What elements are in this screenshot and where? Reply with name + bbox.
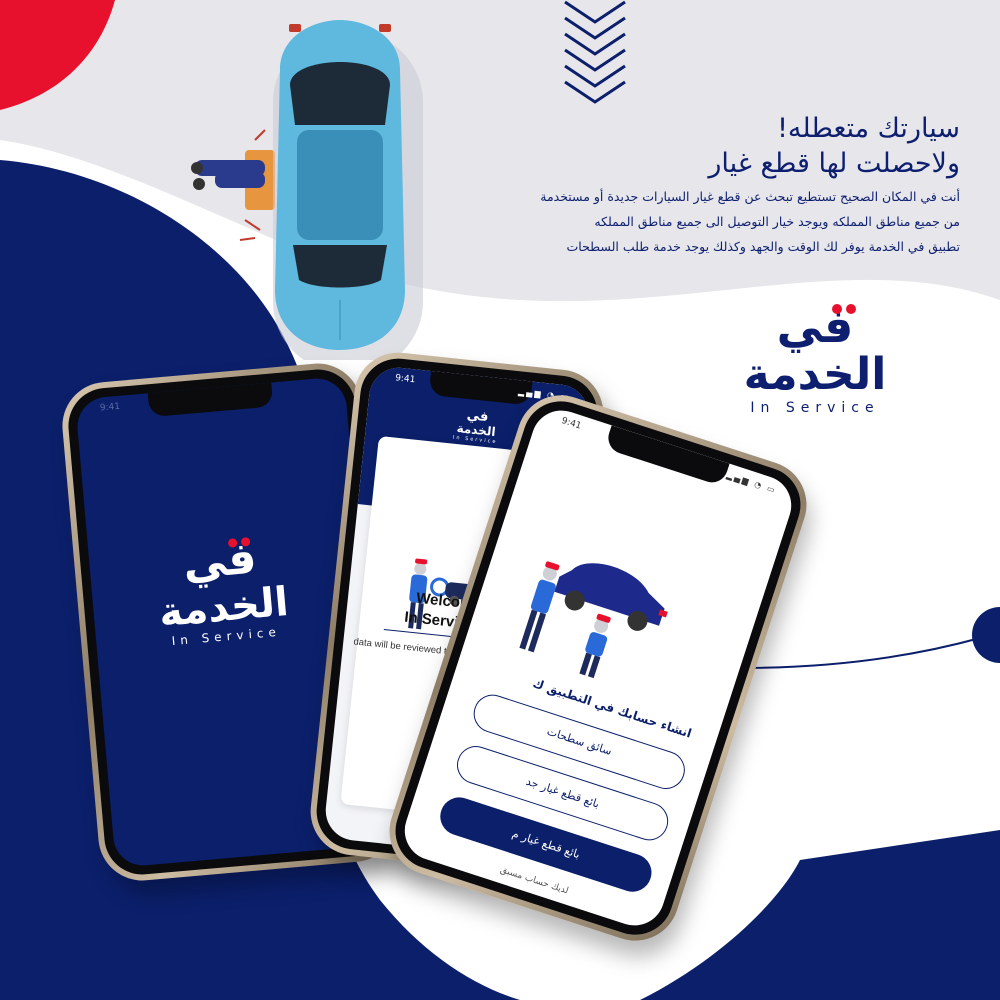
mechanic-figure <box>191 160 265 190</box>
phone-notch <box>147 382 274 418</box>
logo-english: In Service <box>750 400 880 416</box>
lifted-car <box>554 563 668 631</box>
logo-dot <box>832 304 842 314</box>
description-line-1: أنت في المكان الصحيح تستطيع تبحث عن قطع … <box>540 189 960 204</box>
description-line-2: من جميع مناطق المملكه ويوجد خيار التوصيل… <box>594 214 960 229</box>
chevron-down-decoration <box>564 0 626 104</box>
mechanic-right-lifting <box>579 613 611 679</box>
promo-copy: سيارتك متعطله! ولاحصلت لها قطع غيار أنت … <box>420 112 960 259</box>
logo-arabic-line-1: في <box>776 299 854 353</box>
headline-line-1: سيارتك متعطله! <box>777 113 960 144</box>
status-time: 9:41 <box>560 415 583 432</box>
splash-logo: في الخدمة In Service <box>128 530 317 651</box>
headline-line-2: ولاحصلت لها قطع غيار <box>708 148 960 179</box>
status-time: 9:41 <box>394 373 416 386</box>
status-time: 9:41 <box>99 401 121 414</box>
brand-logo: في الخدمة In Service <box>720 300 910 430</box>
logo-dot <box>846 304 856 314</box>
description: أنت في المكان الصحيح تستطيع تبحث عن قطع … <box>420 184 960 259</box>
car-mechanic-illustration <box>191 20 423 360</box>
header-logo: في الخدمة In Service <box>435 406 518 447</box>
battery-icon: ▂▄▆ ◔ ▭ <box>725 470 778 496</box>
logo-arabic-line-2: الخدمة <box>743 349 887 400</box>
description-line-3: تطبيق في الخدمة يوفر لك الوقت والجهد وكذ… <box>566 239 960 254</box>
mechanic-left-lifting <box>519 561 560 653</box>
